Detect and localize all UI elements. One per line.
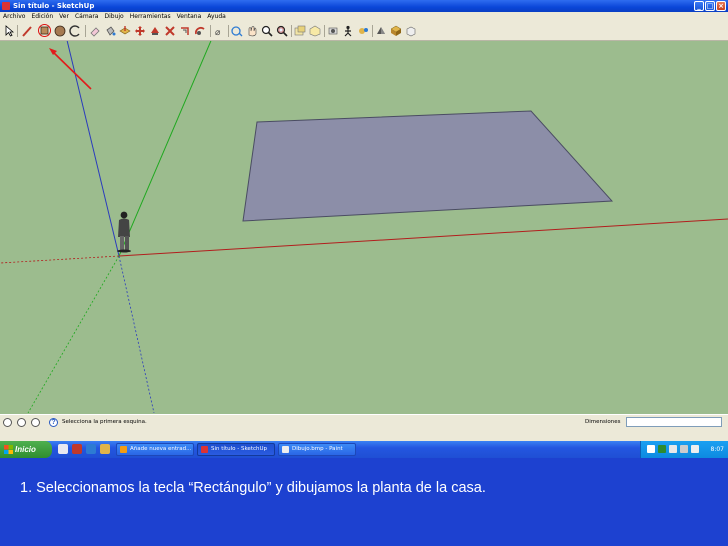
browser-icon: [120, 446, 127, 453]
task-label: Dibujo.bmp - Paint: [292, 446, 343, 452]
rectangle-icon[interactable]: [38, 24, 51, 37]
zoom-extents-icon[interactable]: [276, 25, 288, 37]
green-axis-dotted: [27, 255, 120, 414]
zoom-window-icon[interactable]: [261, 25, 273, 37]
windows-taskbar: Inicio Añade nueva entrad... Sin título …: [0, 441, 728, 458]
menu-camara[interactable]: Cámara: [72, 12, 102, 22]
sketchup-app-icon: [2, 2, 10, 10]
minimize-button[interactable]: _: [694, 1, 704, 11]
help-icon[interactable]: ?: [49, 418, 58, 427]
zoom-icon[interactable]: [246, 25, 258, 37]
walk-icon[interactable]: [342, 25, 354, 37]
move-icon[interactable]: [134, 25, 146, 37]
dimensions-label: Dimensiones: [585, 419, 621, 425]
materials-icon[interactable]: [390, 25, 402, 37]
blue-axis-dotted: [118, 255, 155, 414]
credits-icon[interactable]: [17, 418, 26, 427]
drawing-viewport[interactable]: [0, 35, 728, 414]
start-label: Inicio: [15, 445, 36, 454]
system-tray: 8:07: [640, 441, 728, 458]
quicklaunch-ie-icon[interactable]: [86, 444, 96, 454]
section-plane-icon[interactable]: [294, 25, 306, 37]
pencil-line-icon[interactable]: [21, 25, 33, 37]
dimensions-field[interactable]: [626, 417, 722, 427]
window-title: Sin título - SketchUp: [13, 2, 95, 10]
quicklaunch-media-icon[interactable]: [72, 444, 82, 454]
sketchup-window: Sin título - SketchUp _ □ × Archivo Edic…: [0, 0, 728, 458]
person-figure[interactable]: [117, 211, 131, 253]
windows-logo-icon: [4, 445, 13, 454]
follow-me-icon[interactable]: [164, 25, 176, 37]
tape-measure-icon[interactable]: [194, 25, 206, 37]
status-message: Selecciona la primera esquina.: [62, 419, 147, 425]
menu-edicion[interactable]: Edición: [28, 12, 56, 22]
quicklaunch-desktop-icon[interactable]: [58, 444, 68, 454]
geolocation-icon[interactable]: [3, 418, 12, 427]
user-icon[interactable]: [31, 418, 40, 427]
tray-display-icon[interactable]: [691, 445, 699, 453]
task-paint[interactable]: Dibujo.bmp - Paint: [278, 443, 356, 456]
orbit-icon[interactable]: ⌀: [214, 25, 226, 37]
paint-bucket-icon[interactable]: [104, 25, 116, 37]
svg-text:⌀: ⌀: [215, 28, 221, 37]
arc-icon[interactable]: [69, 25, 81, 37]
menu-ventana[interactable]: Ventana: [174, 12, 205, 22]
pan-hand-icon[interactable]: [231, 25, 243, 37]
model-scene[interactable]: [0, 35, 728, 414]
main-toolbar: ⌀: [0, 22, 728, 41]
menu-ver[interactable]: Ver: [56, 12, 72, 22]
drawn-rectangle-face[interactable]: [242, 110, 614, 222]
caption-text: 1. Seleccionamos la tecla “Rectángulo” y…: [20, 480, 486, 496]
taskbar-clock: 8:07: [710, 446, 724, 453]
quicklaunch-folder-icon[interactable]: [100, 444, 110, 454]
cube-view-icon[interactable]: [405, 25, 417, 37]
menu-bar: Archivo Edición Ver Cámara Dibujo Herram…: [0, 12, 728, 22]
menu-herramientas[interactable]: Herramientas: [127, 12, 174, 22]
task-anade-entrada[interactable]: Añade nueva entrad...: [116, 443, 194, 456]
select-arrow-icon[interactable]: [3, 25, 15, 37]
task-sketchup[interactable]: Sin título - SketchUp: [197, 443, 275, 456]
tray-antivirus-icon[interactable]: [658, 445, 666, 453]
tray-volume-icon[interactable]: [680, 445, 688, 453]
status-bar: ? Selecciona la primera esquina. Dimensi…: [0, 414, 728, 441]
menu-archivo[interactable]: Archivo: [0, 12, 28, 22]
circle-icon[interactable]: [54, 25, 66, 37]
red-axis-dotted: [0, 255, 120, 264]
menu-dibujo[interactable]: Dibujo: [101, 12, 126, 22]
paint-icon: [282, 446, 289, 453]
start-button[interactable]: Inicio: [0, 441, 52, 458]
position-camera-icon[interactable]: [327, 25, 339, 37]
tray-network-icon[interactable]: [669, 445, 677, 453]
look-around-icon[interactable]: [357, 25, 369, 37]
menu-ayuda[interactable]: Ayuda: [204, 12, 229, 22]
maximize-button[interactable]: □: [705, 1, 715, 11]
rotate-icon[interactable]: [149, 25, 161, 37]
tray-keyboard-icon[interactable]: [647, 445, 655, 453]
push-pull-icon[interactable]: [119, 25, 131, 37]
shadows-icon[interactable]: [375, 25, 387, 37]
red-axis: [118, 218, 728, 257]
task-label: Añade nueva entrad...: [130, 446, 192, 452]
green-axis: [118, 35, 214, 257]
title-bar[interactable]: Sin título - SketchUp _ □ ×: [0, 0, 728, 12]
slide-caption: 1. Seleccionamos la tecla “Rectángulo” y…: [0, 458, 728, 546]
close-button[interactable]: ×: [716, 1, 726, 11]
eraser-icon[interactable]: [89, 25, 101, 37]
components-icon[interactable]: [309, 25, 321, 37]
sketchup-icon: [201, 446, 208, 453]
task-label: Sin título - SketchUp: [211, 446, 268, 452]
offset-icon[interactable]: [179, 25, 191, 37]
